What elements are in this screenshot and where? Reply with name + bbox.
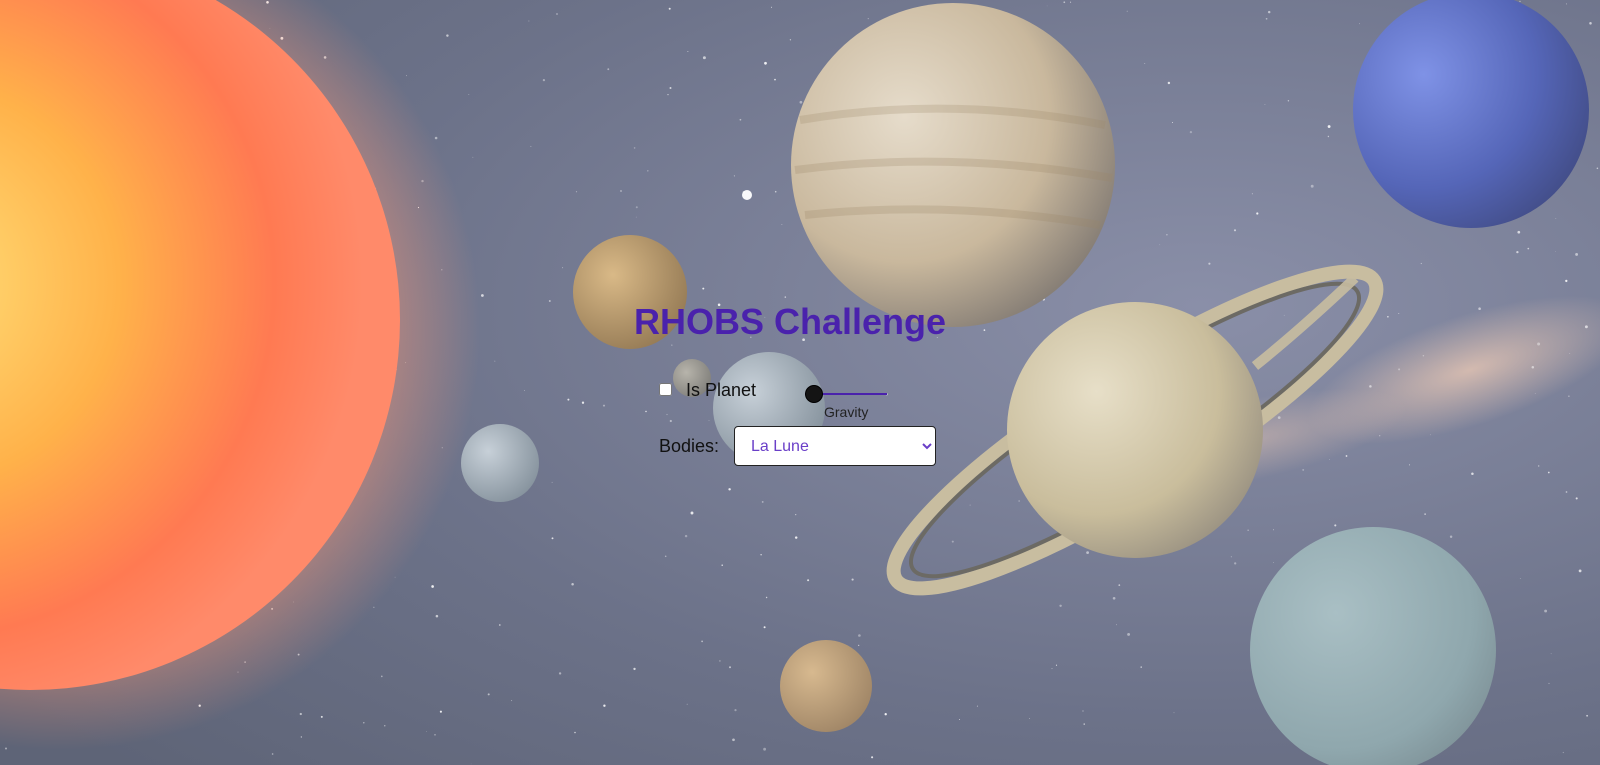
is-planet-label[interactable]: Is Planet [686,379,756,401]
gravity-control: Gravity [805,384,887,426]
gravity-slider[interactable] [805,384,887,404]
is-planet-checkbox[interactable] [659,383,672,396]
bodies-label: Bodies: [659,436,720,456]
gravity-label: Gravity [824,404,869,420]
page-title: RHOBS Challenge [634,301,947,342]
bodies-select[interactable]: La Lune [734,426,936,466]
main-stage: RHOBS Challenge Is Planet Gravity Bodies… [0,0,1600,765]
